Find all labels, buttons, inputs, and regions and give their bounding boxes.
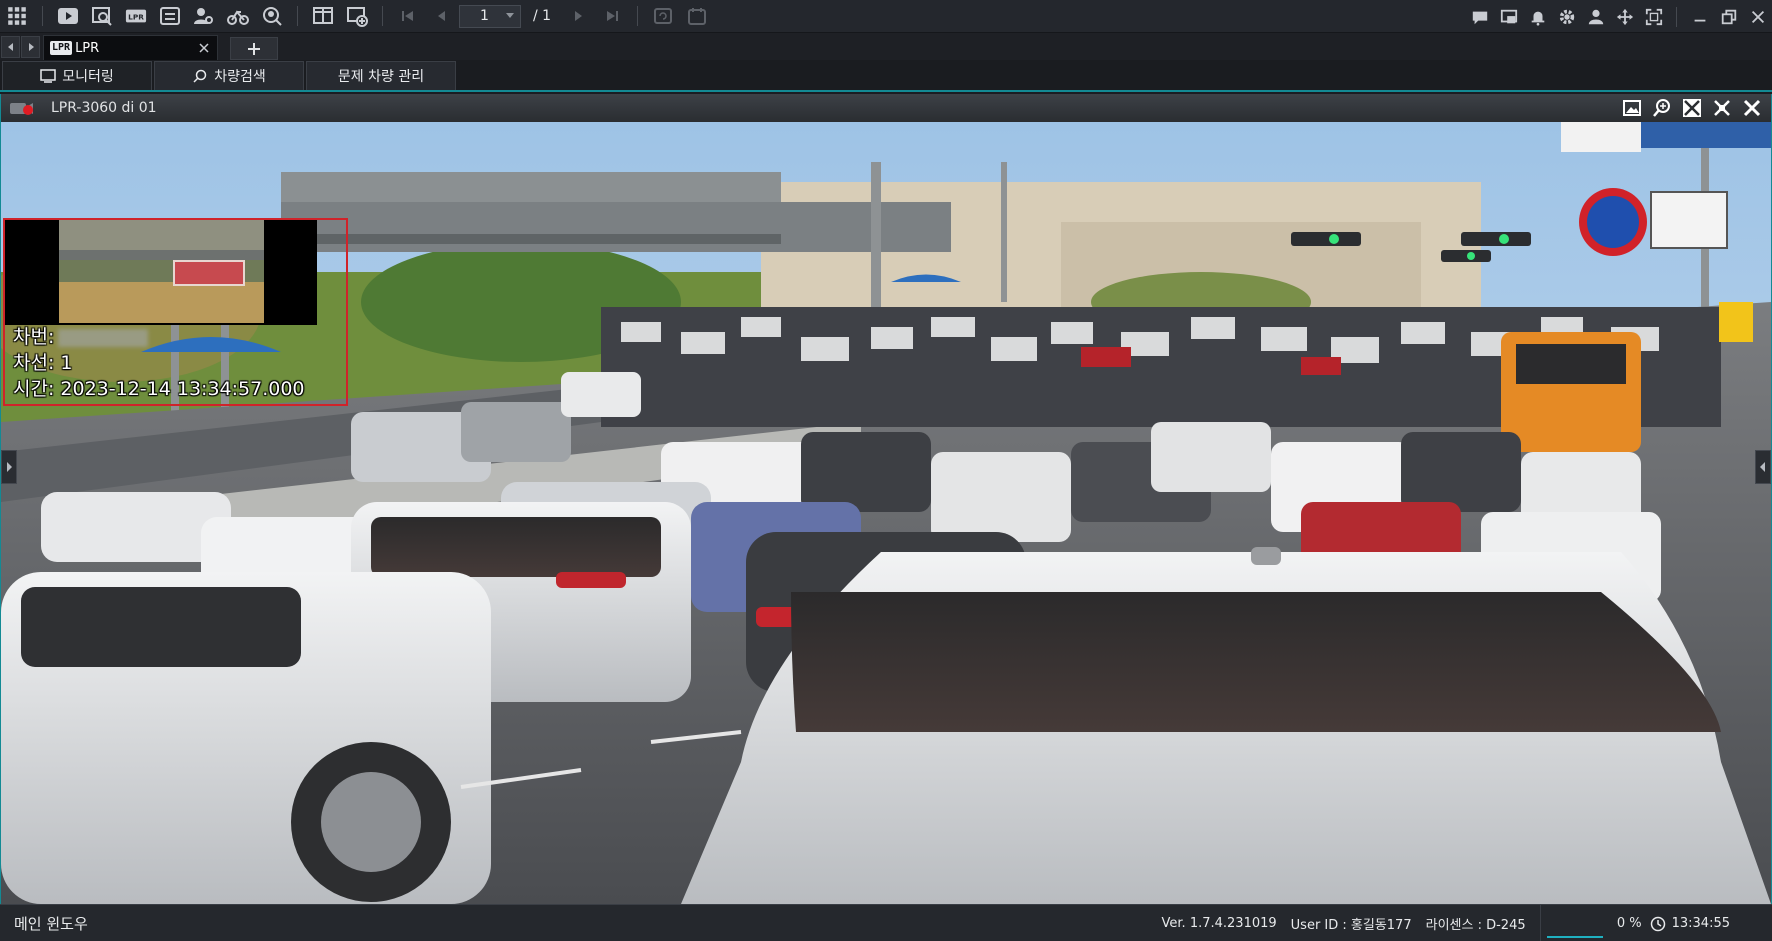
grid-menu-icon[interactable] <box>0 0 34 33</box>
chat-icon[interactable] <box>1465 0 1494 33</box>
close-tab-icon[interactable] <box>197 41 211 55</box>
bicycle-icon[interactable] <box>221 0 255 33</box>
alarm-bell-icon[interactable] <box>1523 0 1552 33</box>
chevron-down-icon <box>506 12 514 18</box>
page-number-select[interactable]: 1 <box>459 4 521 28</box>
user-icon[interactable] <box>1581 0 1610 33</box>
toolbar-divider <box>42 6 43 26</box>
close-view-icon[interactable] <box>1737 96 1767 120</box>
window-name: 메인 윈도우 <box>14 914 88 933</box>
left-panel-toggle-icon[interactable] <box>1 450 17 484</box>
add-view-icon[interactable] <box>340 0 374 33</box>
version-label: Ver. 1.7.4.231019 <box>1161 916 1277 931</box>
plate-number-redacted <box>58 328 149 347</box>
layout-split-icon[interactable] <box>306 0 340 33</box>
schedule-icon[interactable] <box>680 0 714 33</box>
toolbar-divider <box>297 6 298 26</box>
camera-viewer[interactable]: LPR-3060 di 01 차번: 차선: 1 시간: 2023-12-14 … <box>0 94 1772 904</box>
camera-name: LPR-3060 di 01 <box>51 100 157 116</box>
plate-number-row: 차번: <box>13 324 305 350</box>
license-label: 라이센스 : D-245 <box>1425 918 1526 933</box>
user-id-label: User ID : 홍길동177 <box>1290 918 1412 933</box>
maximize-view-icon[interactable] <box>1677 96 1707 120</box>
lpr-application: LPR 1 / 1 LPR LPR 모니터링 차량검색 문제 차량 관리 LPR… <box>0 0 1772 941</box>
page-total-label: / 1 <box>533 8 552 24</box>
cpu-usage-value: 0 % <box>1616 916 1642 931</box>
last-page-icon[interactable] <box>595 0 629 33</box>
snapshot-icon[interactable] <box>1617 96 1647 120</box>
fullscreen-icon[interactable] <box>1639 0 1668 33</box>
tab-monitoring-label: 모니터링 <box>62 69 114 85</box>
plus-icon <box>248 42 260 55</box>
status-right-group: Ver. 1.7.4.231019 User ID : 홍길동177 라이센스 … <box>1162 905 1772 941</box>
live-play-icon[interactable] <box>51 0 85 33</box>
tab-problem-vehicle-label: 문제 차량 관리 <box>337 69 425 85</box>
page-number-value: 1 <box>480 8 489 24</box>
zoom-icon[interactable] <box>1647 96 1677 120</box>
document-tab-strip: LPR LPR <box>0 33 1772 60</box>
clock: 13:34:55 <box>1650 916 1744 932</box>
lpr-badge-icon: LPR <box>50 41 73 55</box>
minimize-icon[interactable] <box>1685 0 1714 33</box>
cpu-usage: 0 % <box>1539 905 1650 941</box>
prev-page-icon[interactable] <box>425 0 459 33</box>
svg-text:LPR: LPR <box>128 13 144 22</box>
tab-vehicle-search-label: 차량검색 <box>214 69 266 85</box>
move-icon[interactable] <box>1610 0 1639 33</box>
tab-scroll-left-icon[interactable] <box>1 36 20 58</box>
gear-icon[interactable] <box>1552 0 1581 33</box>
first-page-icon[interactable] <box>391 0 425 33</box>
clock-icon <box>1650 916 1665 931</box>
tab-label: LPR <box>75 40 100 56</box>
person-search-icon[interactable] <box>187 0 221 33</box>
cpu-graph <box>1546 936 1603 938</box>
lane-info: 차선: 1 <box>13 352 73 374</box>
camera-controls <box>1617 96 1767 120</box>
tab-monitoring[interactable]: 모니터링 <box>2 61 152 90</box>
refresh-view-icon[interactable] <box>646 0 680 33</box>
restore-icon[interactable] <box>1714 0 1743 33</box>
shrink-view-icon[interactable] <box>1707 96 1737 120</box>
search-icon <box>193 69 207 83</box>
camera-title-bar: LPR-3060 di 01 <box>1 94 1771 122</box>
capture-time: 시간: 2023-12-14 13:34:57.000 <box>13 378 305 400</box>
main-toolbar: LPR 1 / 1 <box>0 0 1772 33</box>
toolbar-divider <box>637 6 639 26</box>
tab-problem-vehicle-management[interactable]: 문제 차량 관리 <box>306 61 456 90</box>
face-search-icon[interactable] <box>255 0 289 33</box>
lpr-subtab-bar: 모니터링 차량검색 문제 차량 관리 <box>0 60 1772 92</box>
tab-vehicle-search[interactable]: 차량검색 <box>154 61 304 90</box>
toolbar-divider <box>382 6 383 26</box>
playback-search-icon[interactable] <box>85 0 119 33</box>
toolbar-divider <box>1676 6 1677 27</box>
monitor-icon <box>40 69 56 83</box>
clock-value: 13:34:55 <box>1671 916 1730 931</box>
recording-indicator-icon <box>23 105 33 115</box>
close-window-icon[interactable] <box>1743 0 1772 33</box>
monitor-list-icon[interactable] <box>1494 0 1523 33</box>
plate-number-label: 차번: <box>13 326 55 348</box>
lpr-icon[interactable]: LPR <box>119 0 153 33</box>
event-list-icon[interactable] <box>153 0 187 33</box>
detection-info: 차번: 차선: 1 시간: 2023-12-14 13:34:57.000 <box>13 324 305 402</box>
tab-scroll-right-icon[interactable] <box>21 36 40 58</box>
tab-lpr[interactable]: LPR LPR <box>43 35 218 60</box>
status-bar: 메인 윈도우 Ver. 1.7.4.231019 User ID : 홍길동17… <box>0 904 1772 941</box>
right-panel-toggle-icon[interactable] <box>1755 450 1771 484</box>
add-tab-button[interactable] <box>230 37 278 60</box>
toolbar-right-group <box>1465 0 1772 33</box>
next-page-icon[interactable] <box>561 0 595 33</box>
